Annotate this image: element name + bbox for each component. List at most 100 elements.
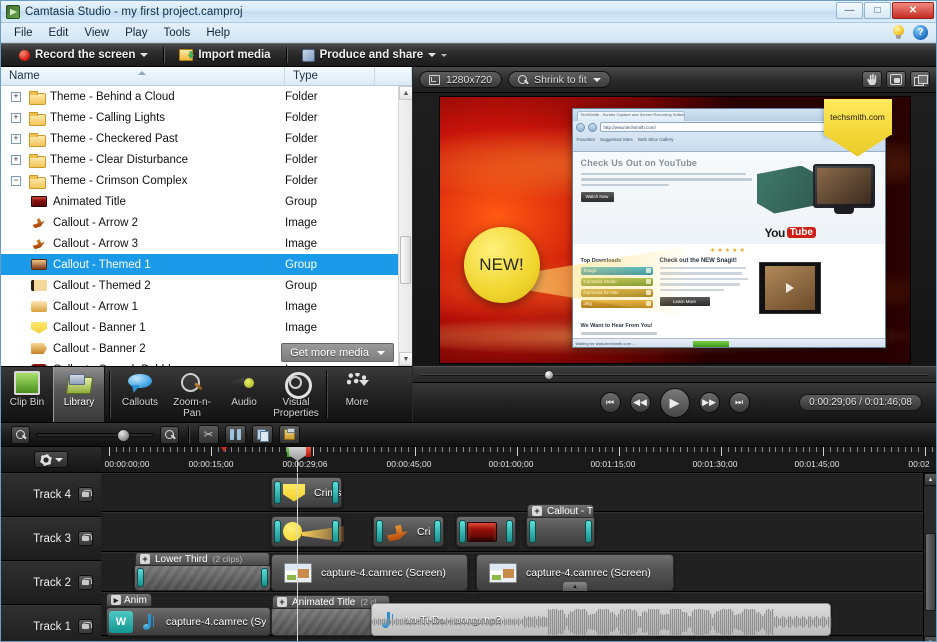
produce-share-button[interactable]: Produce and share bbox=[294, 44, 456, 66]
expand-group-icon[interactable]: ▸ bbox=[111, 595, 121, 605]
media-row[interactable]: Callout - Banner 1Image bbox=[1, 317, 398, 338]
timeline-zoom-out-button[interactable] bbox=[11, 426, 30, 444]
close-button[interactable]: ✕ bbox=[892, 2, 934, 19]
track-header-4[interactable]: Track 4 bbox=[1, 473, 101, 517]
copy-button[interactable] bbox=[252, 425, 273, 444]
detach-preview-button[interactable] bbox=[910, 71, 930, 88]
canvas-dimensions-button[interactable]: 1280x720 bbox=[419, 71, 502, 88]
timeline-options-button[interactable] bbox=[34, 451, 68, 468]
maximize-button[interactable]: □ bbox=[864, 2, 891, 19]
fast-forward-button[interactable]: ▶▶ bbox=[699, 392, 720, 413]
timeline-ruler[interactable]: 00:00:00;0000:00:15;0000:00:29;0600:00:4… bbox=[101, 447, 936, 472]
media-row[interactable]: Callout - Arrow 3Image bbox=[1, 233, 398, 254]
clip-handle-right[interactable] bbox=[261, 568, 268, 587]
scroll-up-arrow-icon[interactable]: ▲ bbox=[399, 86, 412, 100]
expand-icon[interactable]: + bbox=[11, 134, 21, 144]
tab-zoom-n-pan[interactable]: Zoom-n-Pan bbox=[166, 367, 218, 422]
overflow-chevron-icon[interactable] bbox=[441, 54, 447, 57]
track-header-3[interactable]: Track 3 bbox=[1, 517, 101, 561]
lock-icon[interactable] bbox=[78, 487, 93, 502]
cut-button[interactable]: ✂ bbox=[198, 425, 219, 444]
minimize-button[interactable]: — bbox=[836, 2, 863, 19]
jump-to-start-button[interactable]: ⏮ bbox=[600, 392, 621, 413]
timeline-marker-icon[interactable] bbox=[221, 447, 227, 452]
collapse-clip-icon[interactable]: ▲ bbox=[563, 582, 587, 591]
media-tree[interactable]: Callout - Speech BubbleImageCallout - Ba… bbox=[1, 86, 412, 366]
media-row[interactable]: +Theme - Behind a CloudFolder bbox=[1, 86, 398, 107]
import-media-button[interactable]: Import media bbox=[171, 44, 278, 66]
clip-handle-left[interactable] bbox=[274, 481, 281, 504]
expand-group-icon[interactable]: + bbox=[532, 506, 542, 516]
paste-button[interactable] bbox=[279, 425, 300, 444]
expand-group-icon[interactable]: + bbox=[140, 554, 150, 564]
callout-new-circle[interactable]: NEW! bbox=[464, 227, 540, 303]
lock-icon[interactable] bbox=[78, 619, 93, 634]
play-button[interactable]: ▶ bbox=[660, 388, 690, 418]
media-row[interactable]: +Theme - Clear DisturbanceFolder bbox=[1, 149, 398, 170]
seek-handle[interactable] bbox=[544, 370, 554, 380]
timeline-zoom-slider[interactable] bbox=[36, 433, 154, 437]
clip-handle-left[interactable] bbox=[459, 520, 466, 543]
preview-seek-bar[interactable] bbox=[413, 366, 936, 382]
scroll-thumb[interactable] bbox=[400, 236, 411, 284]
expand-icon[interactable]: + bbox=[11, 113, 21, 123]
menu-help[interactable]: Help bbox=[199, 25, 237, 41]
get-more-media-button[interactable]: Get more media bbox=[281, 343, 394, 362]
column-header-name[interactable]: Name bbox=[1, 67, 285, 85]
chevron-down-icon[interactable] bbox=[140, 53, 148, 57]
media-row[interactable]: +Theme - Checkered PastFolder bbox=[1, 128, 398, 149]
media-row[interactable]: Callout - Themed 2Group bbox=[1, 275, 398, 296]
media-row[interactable]: −Theme - Crimson ComplexFolder bbox=[1, 170, 398, 191]
callout-techsmith-banner[interactable]: techsmith.com bbox=[824, 99, 892, 157]
tab-visual-properties[interactable]: Visual Properties bbox=[270, 367, 322, 422]
tab-more[interactable]: More bbox=[331, 367, 383, 422]
menu-tools[interactable]: Tools bbox=[156, 25, 197, 41]
clip-handle-right[interactable] bbox=[585, 520, 592, 543]
tab-audio[interactable]: Audio bbox=[218, 367, 270, 422]
scroll-down-arrow-icon[interactable]: ▼ bbox=[399, 352, 412, 366]
scroll-down-arrow-icon[interactable]: ▼ bbox=[924, 636, 936, 642]
clip-handle-right[interactable] bbox=[332, 520, 339, 543]
jump-to-end-button[interactable]: ⏭ bbox=[729, 392, 750, 413]
tab-library[interactable]: Library bbox=[53, 367, 105, 422]
hand-tool-button[interactable] bbox=[862, 71, 882, 88]
help-icon[interactable]: ? bbox=[913, 25, 928, 40]
vertical-scroll-thumb[interactable] bbox=[925, 533, 936, 611]
column-header-type[interactable]: Type bbox=[285, 67, 375, 85]
timeline-vertical-scrollbar[interactable]: ▲ ▼ bbox=[923, 473, 936, 642]
expand-icon[interactable]: + bbox=[11, 155, 21, 165]
zoom-mode-dropdown[interactable]: Shrink to fit bbox=[508, 71, 611, 88]
lock-icon[interactable] bbox=[78, 531, 93, 546]
clip-handle-left[interactable] bbox=[274, 520, 281, 543]
collapse-icon[interactable]: − bbox=[11, 176, 21, 186]
clip-handle-left[interactable] bbox=[376, 520, 383, 543]
clip-anim-tag-t1[interactable]: ▸ Anim bbox=[106, 593, 152, 607]
clip-group-header[interactable]: + Lower Third (2 clips) bbox=[135, 552, 270, 566]
clip-group-header[interactable]: + Callout - Th bbox=[527, 504, 594, 518]
clip-handle-right[interactable] bbox=[332, 481, 339, 504]
media-row[interactable]: +Theme - Calling LightsFolder bbox=[1, 107, 398, 128]
fullscreen-button[interactable] bbox=[886, 71, 906, 88]
clip-handle-right[interactable] bbox=[506, 520, 513, 543]
clip-handle-left[interactable] bbox=[529, 520, 536, 543]
timeline-zoom-in-button[interactable] bbox=[160, 426, 179, 444]
clip-handle-right[interactable] bbox=[434, 520, 441, 543]
scroll-up-arrow-icon[interactable]: ▲ bbox=[924, 473, 936, 486]
menu-view[interactable]: View bbox=[77, 25, 116, 41]
lock-icon[interactable] bbox=[78, 575, 93, 590]
timeline-lanes[interactable]: Crimson Cri bbox=[101, 473, 936, 642]
tab-clip-bin[interactable]: Clip Bin bbox=[1, 367, 53, 422]
split-button[interactable] bbox=[225, 425, 246, 444]
timeline-playhead[interactable] bbox=[297, 447, 298, 472]
menu-file[interactable]: File bbox=[7, 25, 40, 41]
menu-edit[interactable]: Edit bbox=[42, 25, 76, 41]
media-row[interactable]: Animated TitleGroup bbox=[1, 191, 398, 212]
track-header-2[interactable]: Track 2 bbox=[1, 561, 101, 605]
clip-handle-left[interactable] bbox=[137, 568, 144, 587]
rewind-button[interactable]: ◀◀ bbox=[630, 392, 651, 413]
preview-canvas[interactable]: TechSmith - Screen Capture and Screen Re… bbox=[440, 97, 910, 363]
lightbulb-icon[interactable] bbox=[892, 25, 905, 40]
tab-callouts[interactable]: Callouts bbox=[114, 367, 166, 422]
expand-icon[interactable]: + bbox=[11, 92, 21, 102]
menu-play[interactable]: Play bbox=[118, 25, 154, 41]
